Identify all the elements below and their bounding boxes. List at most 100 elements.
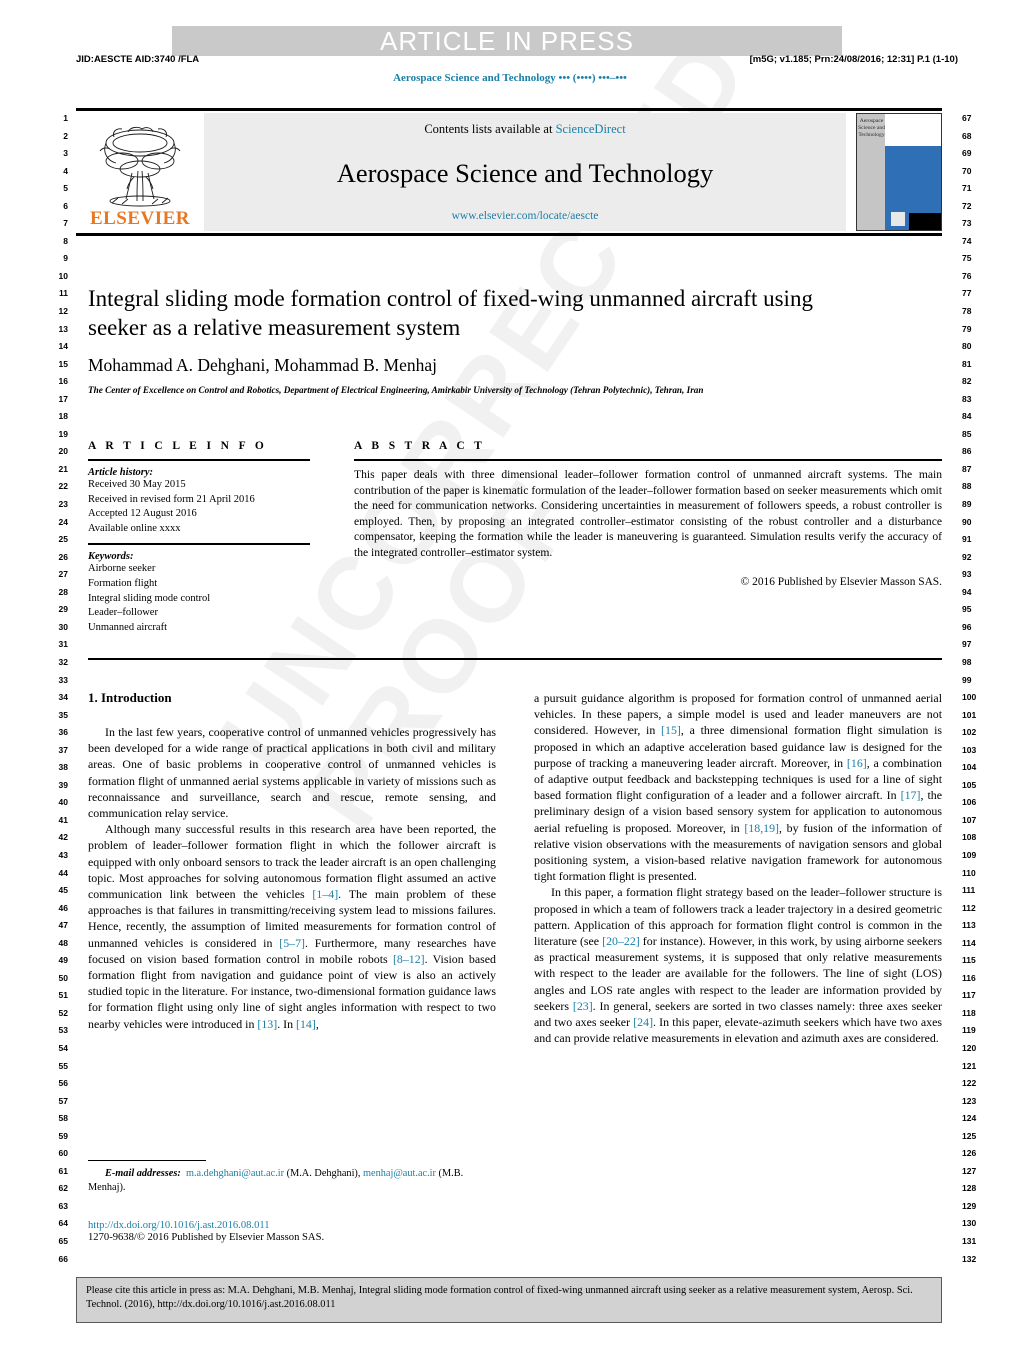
line-number: 58 <box>58 1113 68 1124</box>
email-link-2[interactable]: menhaj@aut.ac.ir <box>363 1168 436 1179</box>
line-number: 108 <box>962 832 977 843</box>
list-item: Received 30 May 2015 <box>88 479 186 490</box>
citation-link[interactable]: [8–12] <box>393 952 425 966</box>
line-number: 81 <box>962 358 972 369</box>
journal-homepage-link[interactable]: www.elsevier.com/locate/aescte <box>452 210 599 222</box>
line-number: 40 <box>58 797 68 808</box>
line-number: 56 <box>58 1078 68 1089</box>
line-number: 6 <box>63 200 68 211</box>
line-number: 41 <box>58 814 68 825</box>
line-number: 44 <box>58 867 68 878</box>
citation-link[interactable]: [1–4] <box>312 887 338 901</box>
line-number: 18 <box>58 411 68 422</box>
line-number: 39 <box>58 779 68 790</box>
line-number: 66 <box>58 1253 68 1264</box>
line-number: 84 <box>962 411 972 422</box>
line-number: 24 <box>58 516 68 527</box>
line-number: 105 <box>962 779 977 790</box>
paragraph: a pursuit guidance algorithm is proposed… <box>534 690 942 884</box>
list-item: Unmanned aircraft <box>88 621 168 633</box>
title-block: Integral sliding mode formation control … <box>88 284 858 395</box>
line-number: 27 <box>58 569 68 580</box>
citation-link[interactable]: [20–22] <box>602 934 640 948</box>
article-in-press-label: ARTICLE IN PRESS <box>380 26 634 56</box>
line-number: 37 <box>58 744 68 755</box>
sciencedirect-link[interactable]: ScienceDirect <box>556 122 626 136</box>
citation-link[interactable]: [24] <box>633 1015 653 1029</box>
footnote-block: E-mail addresses: m.a.dehghani@aut.ac.ir… <box>88 1160 496 1194</box>
line-number: 96 <box>962 621 972 632</box>
citation-link[interactable]: [14] <box>296 1017 316 1031</box>
section-heading-introduction: 1. Introduction <box>88 690 172 705</box>
line-number: 22 <box>58 481 68 492</box>
citation-link[interactable]: [15] <box>661 723 681 737</box>
line-numbers-right: 67 68 69 70 71 72 73 74 75 76 77 78 79 80 81 82 83 84 85 86… <box>962 110 988 1268</box>
line-number: 42 <box>58 832 68 843</box>
doi-link[interactable]: http://dx.doi.org/10.1016/j.ast.2016.08.… <box>88 1220 508 1231</box>
line-number: 21 <box>58 463 68 474</box>
citation-link[interactable]: [17] <box>901 788 921 802</box>
line-number: 111 <box>962 885 976 896</box>
article-info-rule <box>88 459 310 461</box>
print-stamp-label: [m5G; v1.185; Prn:24/08/2016; 12:31] P.1… <box>749 54 958 65</box>
journal-title: Aerospace Science and Technology <box>336 158 714 188</box>
list-item: Airborne seeker <box>88 563 156 575</box>
journal-masthead: ELSEVIER Contents lists available at Sci… <box>76 108 942 236</box>
line-number: 57 <box>58 1095 68 1106</box>
list-item: Received in revised form 21 April 2016 <box>88 493 255 505</box>
citation-link[interactable]: [5–7] <box>279 936 305 950</box>
line-number: 61 <box>58 1165 68 1176</box>
line-number: 71 <box>962 183 972 194</box>
line-number: 99 <box>962 674 972 685</box>
line-number: 32 <box>58 656 68 667</box>
line-number: 26 <box>58 551 68 562</box>
line-number: 82 <box>962 376 972 387</box>
line-number: 100 <box>962 692 977 703</box>
line-number: 90 <box>962 516 972 527</box>
line-number: 55 <box>58 1060 68 1071</box>
jid-aid-label: JID:AESCTE AID:3740 /FLA <box>76 54 200 65</box>
line-number: 132 <box>962 1253 977 1264</box>
contents-prefix: Contents lists available at <box>424 122 556 136</box>
keywords-label: Keywords: <box>88 551 134 563</box>
line-number: 112 <box>962 902 976 913</box>
citation-link[interactable]: [13] <box>257 1017 277 1031</box>
line-number: 115 <box>962 955 976 966</box>
line-number: 80 <box>962 341 972 352</box>
cover-black-block <box>909 213 941 230</box>
line-number: 75 <box>962 253 972 264</box>
line-number: 101 <box>962 709 977 720</box>
line-number: 118 <box>962 1007 976 1018</box>
paragraph: In this paper, a formation flight strate… <box>534 884 942 1046</box>
line-number: 120 <box>962 1042 977 1053</box>
line-number: 53 <box>58 1025 68 1036</box>
line-number: 1 <box>63 113 68 123</box>
footnote-rule <box>88 1160 206 1161</box>
line-number: 63 <box>58 1200 68 1211</box>
line-number: 8 <box>63 235 68 246</box>
citation-link[interactable]: [16] <box>847 756 867 770</box>
line-number: 12 <box>58 306 68 317</box>
citation-link[interactable]: [18,19] <box>744 821 779 835</box>
line-number: 126 <box>962 1148 977 1159</box>
line-number: 89 <box>962 499 972 510</box>
line-number: 7 <box>63 218 68 229</box>
line-number: 130 <box>962 1218 977 1229</box>
paragraph-text: . In <box>277 1016 297 1031</box>
line-number: 72 <box>962 200 972 211</box>
line-number: 91 <box>962 534 972 545</box>
citation-link[interactable]: [23] <box>573 999 593 1013</box>
list-item: Leader–follower <box>88 607 158 619</box>
email-link-1[interactable]: m.a.dehghani@aut.ac.ir <box>186 1168 284 1179</box>
line-number: 97 <box>962 639 972 650</box>
line-number: 86 <box>962 446 972 457</box>
journal-cover-thumbnail: Aerospace Science and Technology <box>856 113 942 231</box>
abstract-heading: A B S T R A C T <box>354 440 486 452</box>
line-number: 23 <box>58 499 68 510</box>
paragraph: Although many successful results in this… <box>88 821 496 1032</box>
email-addresses-note: E-mail addresses: m.a.dehghani@aut.ac.ir… <box>88 1167 496 1194</box>
line-number: 88 <box>962 481 972 492</box>
elsevier-tree-icon <box>99 126 181 207</box>
line-number: 74 <box>962 235 972 246</box>
line-number: 31 <box>58 639 68 650</box>
